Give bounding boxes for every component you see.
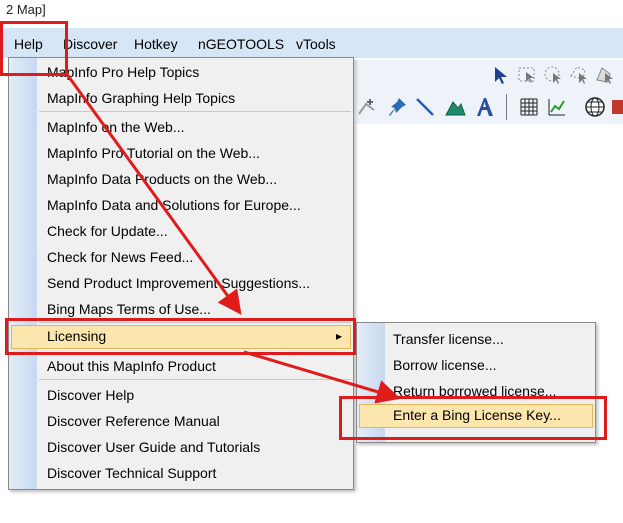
arrow-help-to-licensing (64, 72, 242, 315)
annotation-arrows (64, 72, 401, 404)
arrow-licensing-to-bing-key (243, 350, 401, 404)
